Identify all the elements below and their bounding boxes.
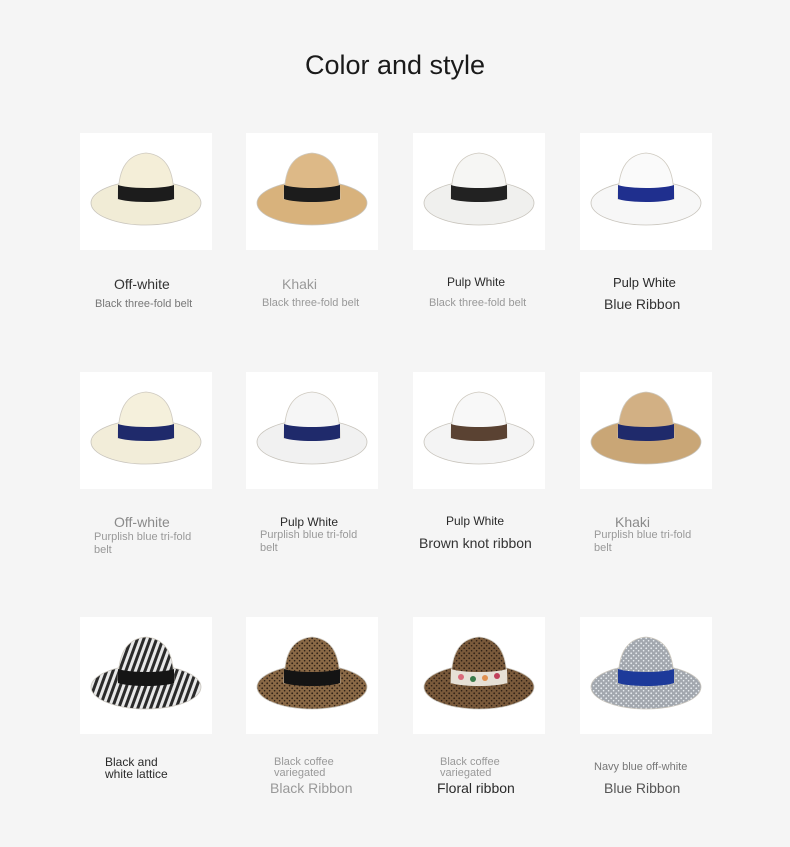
product-image[interactable] xyxy=(246,133,378,250)
hat-illustration xyxy=(590,391,702,465)
product-card[interactable] xyxy=(80,372,212,489)
hat-illustration xyxy=(90,152,202,226)
product-color-name: Khaki xyxy=(615,514,651,530)
product-color-name: Black and white lattice xyxy=(105,755,168,781)
product-card[interactable] xyxy=(580,133,712,250)
product-color-name: Black coffee variegated xyxy=(274,756,334,779)
hat-illustration xyxy=(590,636,702,710)
hat-illustration xyxy=(423,636,535,710)
hat-illustration xyxy=(90,391,202,465)
product-card[interactable] xyxy=(80,617,212,734)
product-image[interactable] xyxy=(80,133,212,250)
page-title: Color and style xyxy=(304,50,486,80)
product-card[interactable] xyxy=(246,617,378,734)
product-color-name: Pulp White xyxy=(447,275,506,289)
product-color-name: Off-white xyxy=(114,514,170,530)
product-card[interactable] xyxy=(580,617,712,734)
product-image[interactable] xyxy=(580,617,712,734)
product-band-desc: Floral ribbon xyxy=(437,780,515,796)
hat-illustration xyxy=(90,636,202,710)
hat-illustration xyxy=(256,636,368,710)
product-color-name: Pulp White xyxy=(446,514,505,528)
product-band-desc: Blue Ribbon xyxy=(604,780,681,796)
product-band-desc: Purplish blue tri-fold belt xyxy=(260,529,358,554)
product-image[interactable] xyxy=(413,617,545,734)
product-color-name: Black coffee variegated xyxy=(440,756,500,779)
product-band-desc: Black three-fold belt xyxy=(429,297,527,309)
product-card[interactable] xyxy=(580,372,712,489)
product-band-desc: Black Ribbon xyxy=(270,780,353,796)
product-card[interactable] xyxy=(80,133,212,250)
product-band-desc: Black three-fold belt xyxy=(262,297,360,309)
hat-illustration xyxy=(423,391,535,465)
product-card[interactable] xyxy=(246,133,378,250)
product-color-name: Pulp White xyxy=(613,275,676,290)
product-color-name: Off-white xyxy=(114,276,170,292)
hat-illustration xyxy=(590,152,702,226)
product-image[interactable] xyxy=(246,617,378,734)
product-card[interactable] xyxy=(413,372,545,489)
product-band-desc: Brown knot ribbon xyxy=(419,535,532,551)
hat-illustration xyxy=(256,152,368,226)
hat-illustration xyxy=(256,391,368,465)
product-color-name: Navy blue off-white xyxy=(594,761,688,773)
product-image[interactable] xyxy=(580,372,712,489)
product-band-desc: Black three-fold belt xyxy=(95,298,193,310)
product-image[interactable] xyxy=(246,372,378,489)
product-band-desc: Purplish blue tri-fold belt xyxy=(94,531,192,556)
product-color-name: Khaki xyxy=(282,276,318,292)
hat-illustration xyxy=(423,152,535,226)
product-band-desc: Purplish blue tri-fold belt xyxy=(594,529,692,554)
product-card[interactable] xyxy=(246,372,378,489)
product-band-desc: Blue Ribbon xyxy=(604,296,681,312)
product-image[interactable] xyxy=(413,372,545,489)
product-image[interactable] xyxy=(80,617,212,734)
product-image[interactable] xyxy=(413,133,545,250)
product-card[interactable] xyxy=(413,617,545,734)
product-card[interactable] xyxy=(413,133,545,250)
product-image[interactable] xyxy=(580,133,712,250)
product-image[interactable] xyxy=(80,372,212,489)
product-color-name: Pulp White xyxy=(280,515,339,529)
